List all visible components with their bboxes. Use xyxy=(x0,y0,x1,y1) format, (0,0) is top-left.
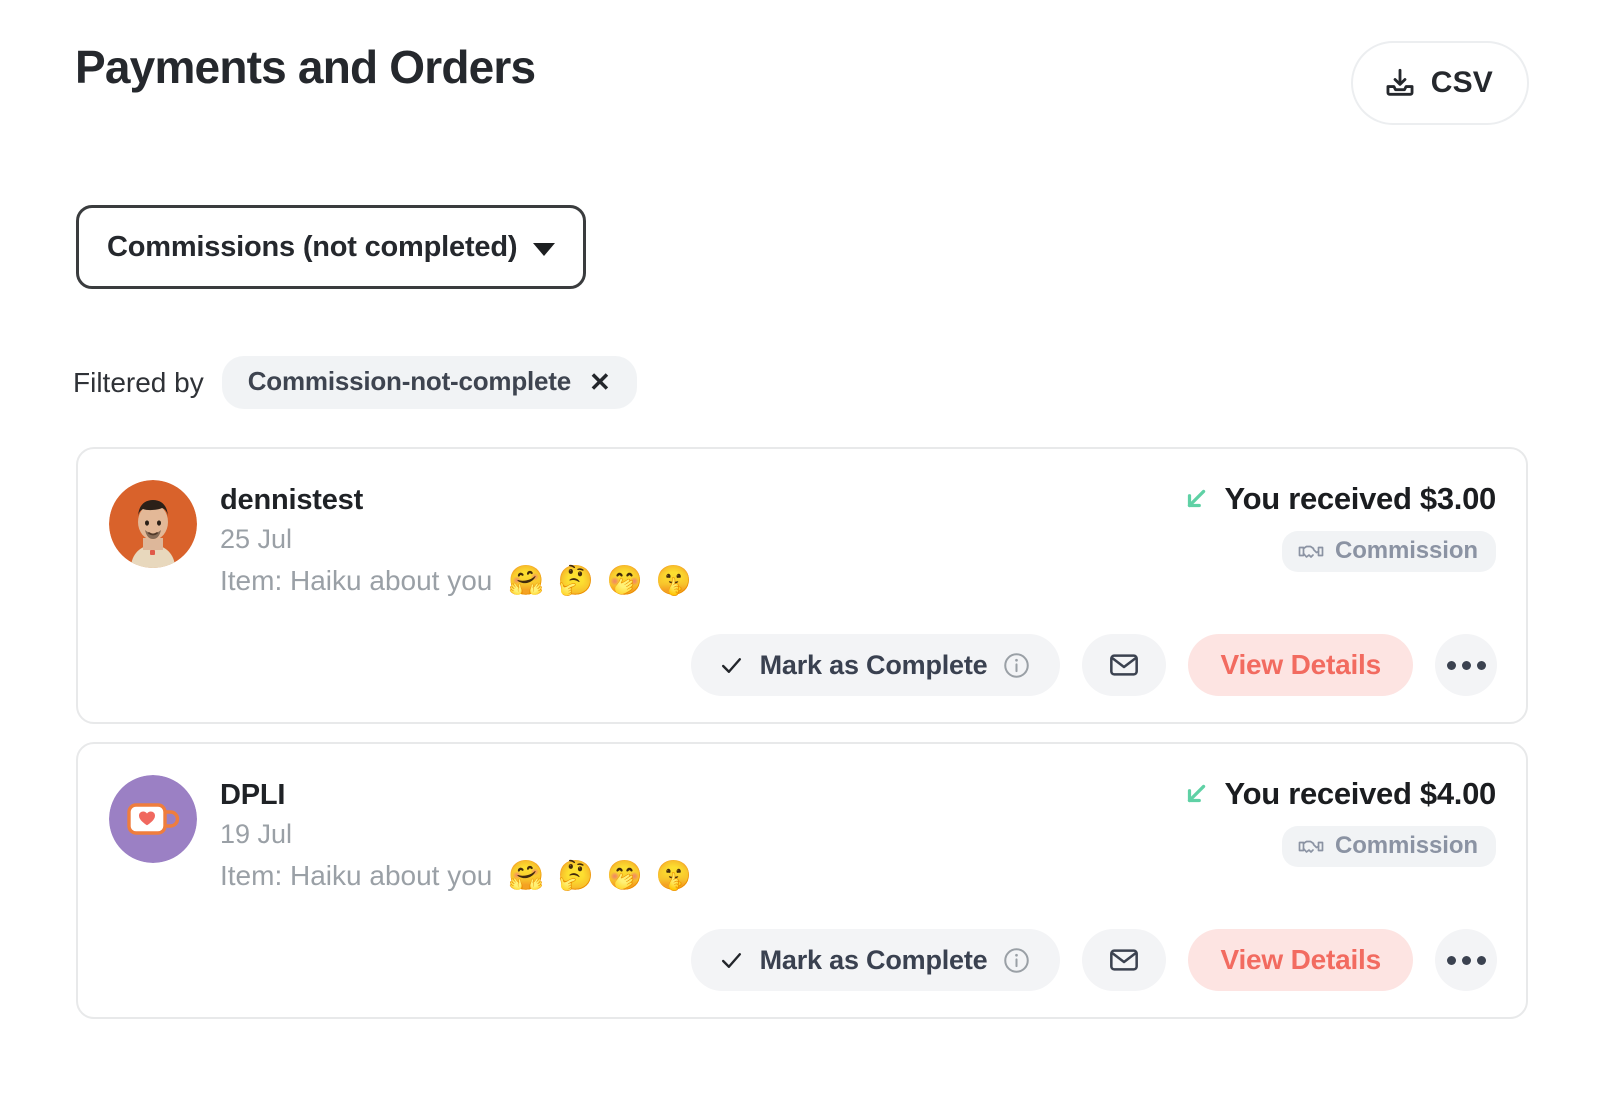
ellipsis-icon xyxy=(1446,955,1486,965)
order-item-text: Item: Haiku about you xyxy=(220,859,493,891)
hand-over-mouth-emoji: 🤭 xyxy=(606,563,643,598)
order-card-meta: dennistest 25 Jul Item: Haiku about you … xyxy=(220,480,692,598)
avatar[interactable] xyxy=(109,480,197,568)
order-date: 19 Jul xyxy=(220,819,293,850)
order-card-left: DPLI 19 Jul Item: Haiku about you 🤗 🤔 🤭 … xyxy=(109,775,692,893)
order-date: 25 Jul xyxy=(220,524,293,555)
order-card-right: You received $4.00 Commission xyxy=(1183,776,1496,867)
order-type-dropdown-value: Commissions (not completed) xyxy=(107,230,518,263)
filtered-by-label: Filtered by xyxy=(73,366,204,398)
thinking-face-emoji: 🤔 xyxy=(557,563,594,598)
handshake-icon xyxy=(1298,540,1324,562)
thinking-face-emoji: 🤔 xyxy=(557,858,594,893)
more-options-button[interactable] xyxy=(1435,929,1497,991)
info-circle-icon[interactable] xyxy=(1003,652,1030,679)
order-card[interactable]: dennistest 25 Jul Item: Haiku about you … xyxy=(76,447,1528,724)
status-badge: Commission xyxy=(1281,826,1496,867)
hand-over-mouth-emoji: 🤭 xyxy=(606,858,643,893)
order-user-name[interactable]: dennistest xyxy=(220,484,692,516)
order-actions: Mark as Complete View Details xyxy=(690,929,1497,991)
view-details-button[interactable]: View Details xyxy=(1188,929,1413,991)
order-card-right: You received $3.00 Commission xyxy=(1183,481,1496,572)
close-icon[interactable]: ✕ xyxy=(589,369,611,395)
hugging-face-emoji: 🤗 xyxy=(508,858,545,893)
more-options-button[interactable] xyxy=(1435,634,1497,696)
order-item-line: Item: Haiku about you 🤗 🤔 🤭 🤫 xyxy=(220,858,692,893)
arrow-down-left-icon xyxy=(1183,486,1209,512)
order-type-dropdown[interactable]: Commissions (not completed) xyxy=(76,205,587,289)
order-amount-line: You received $3.00 xyxy=(1183,481,1496,517)
view-details-label: View Details xyxy=(1220,649,1381,680)
payments-and-orders-page: Payments and Orders CSV Commissions (not… xyxy=(0,0,1604,1106)
page-title: Payments and Orders xyxy=(75,41,536,93)
filter-chip-commission-not-complete[interactable]: Commission-not-complete ✕ xyxy=(221,356,637,409)
shushing-face-emoji: 🤫 xyxy=(655,563,692,598)
mark-as-complete-button[interactable]: Mark as Complete xyxy=(690,929,1061,991)
order-item-emojis: 🤗 🤔 🤭 🤫 xyxy=(508,563,691,598)
order-actions: Mark as Complete View Details xyxy=(690,634,1497,696)
download-tray-icon xyxy=(1383,66,1417,100)
avatar[interactable] xyxy=(109,775,197,863)
order-item-line: Item: Haiku about you 🤗 🤔 🤭 🤫 xyxy=(220,563,692,598)
order-card-left: dennistest 25 Jul Item: Haiku about you … xyxy=(109,480,692,598)
mark-as-complete-button[interactable]: Mark as Complete xyxy=(690,634,1061,696)
status-badge-label: Commission xyxy=(1334,832,1478,859)
order-amount: You received $4.00 xyxy=(1224,776,1497,811)
orders-list: dennistest 25 Jul Item: Haiku about you … xyxy=(76,447,1528,1037)
view-details-button[interactable]: View Details xyxy=(1188,634,1413,696)
export-csv-button[interactable]: CSV xyxy=(1350,41,1529,125)
order-card-meta: DPLI 19 Jul Item: Haiku about you 🤗 🤔 🤭 … xyxy=(220,775,692,893)
order-card[interactable]: DPLI 19 Jul Item: Haiku about you 🤗 🤔 🤭 … xyxy=(76,742,1528,1019)
order-item-emojis: 🤗 🤔 🤭 🤫 xyxy=(508,858,691,893)
status-badge: Commission xyxy=(1281,531,1496,572)
export-csv-label: CSV xyxy=(1430,66,1493,99)
info-circle-icon[interactable] xyxy=(1003,947,1030,974)
status-badge-label: Commission xyxy=(1334,537,1478,564)
order-item-text: Item: Haiku about you xyxy=(220,564,493,596)
send-message-button[interactable] xyxy=(1082,929,1167,991)
shushing-face-emoji: 🤫 xyxy=(655,858,692,893)
chevron-down-icon xyxy=(533,242,556,256)
envelope-icon xyxy=(1108,944,1140,976)
arrow-down-left-icon xyxy=(1183,781,1209,807)
filter-chip-label: Commission-not-complete xyxy=(247,366,572,396)
order-user-name[interactable]: DPLI xyxy=(220,779,692,811)
check-icon xyxy=(719,653,744,678)
mark-as-complete-label: Mark as Complete xyxy=(759,649,988,680)
view-details-label: View Details xyxy=(1220,944,1381,975)
order-amount-line: You received $4.00 xyxy=(1183,776,1496,812)
mark-as-complete-label: Mark as Complete xyxy=(759,944,988,975)
check-icon xyxy=(719,948,744,973)
handshake-icon xyxy=(1298,835,1324,857)
ellipsis-icon xyxy=(1446,660,1486,670)
filtered-by-row: Filtered by Commission-not-complete ✕ xyxy=(73,356,637,409)
page-header: Payments and Orders CSV xyxy=(75,41,1529,132)
order-amount: You received $3.00 xyxy=(1224,481,1497,516)
hugging-face-emoji: 🤗 xyxy=(508,563,545,598)
send-message-button[interactable] xyxy=(1082,634,1167,696)
envelope-icon xyxy=(1108,649,1140,681)
